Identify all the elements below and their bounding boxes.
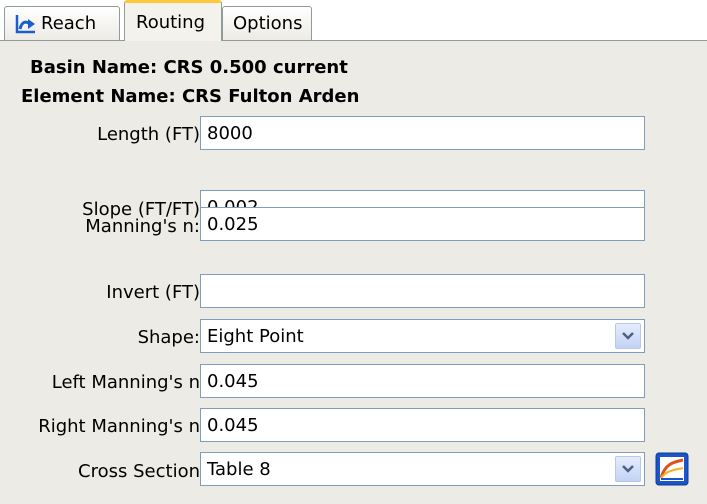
tab-options[interactable]: Options: [222, 6, 312, 40]
right-manning-label: Right Manning's n: [38, 416, 200, 437]
element-name: Element Name: CRS Fulton Arden: [21, 86, 360, 107]
invert-label: Invert (FT): [106, 282, 200, 303]
basin-name: Basin Name: CRS 0.500 current: [30, 57, 348, 78]
length-label: Length (FT): [97, 124, 200, 145]
left-manning-field[interactable]: [200, 364, 645, 398]
shape-value: Eight Point: [207, 325, 304, 347]
shape-select[interactable]: Eight Point: [200, 319, 645, 353]
cross-section-editor-icon[interactable]: [655, 452, 689, 486]
invert-field[interactable]: [200, 274, 645, 308]
right-manning-field[interactable]: [200, 408, 645, 442]
shape-dropdown-button[interactable]: [615, 323, 641, 349]
reach-icon: [15, 15, 35, 34]
cross-section-value: Table 8: [207, 458, 271, 480]
tab-options-label: Options: [233, 13, 303, 34]
tab-routing-label: Routing: [136, 11, 206, 33]
cross-section-label: Cross Section: [78, 461, 200, 482]
shape-label: Shape:: [137, 327, 200, 348]
chevron-down-icon: [622, 465, 634, 473]
length-field[interactable]: [200, 116, 645, 150]
tab-strip: Reach Routing Options: [0, 0, 707, 41]
cross-section-select[interactable]: Table 8: [200, 452, 645, 486]
tab-reach[interactable]: Reach: [4, 6, 120, 40]
manning-label: Manning's n:: [85, 216, 200, 237]
tab-routing[interactable]: Routing: [124, 0, 222, 41]
manning-field[interactable]: [200, 207, 645, 241]
chevron-down-icon: [622, 332, 634, 340]
cross-section-dropdown-button[interactable]: [615, 456, 641, 482]
left-manning-label: Left Manning's n: [51, 372, 200, 393]
